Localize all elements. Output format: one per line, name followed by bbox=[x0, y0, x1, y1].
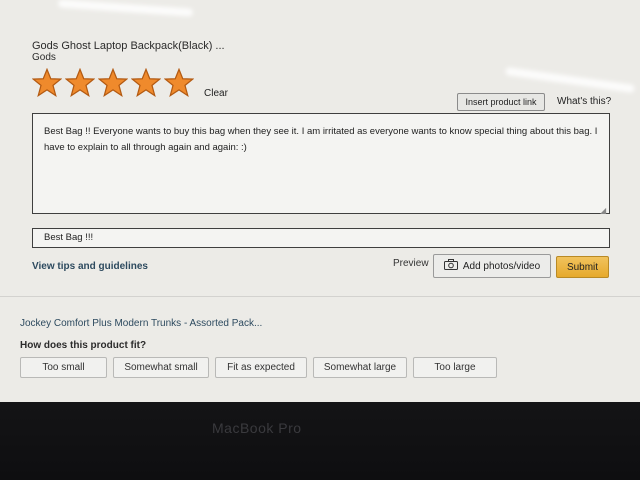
review-headline-text: Best Bag !!! bbox=[44, 232, 94, 243]
star-icon[interactable] bbox=[65, 68, 95, 97]
add-photos-label: Add photos/video bbox=[462, 260, 541, 272]
screen-glare bbox=[57, 0, 194, 17]
view-guidelines-link[interactable]: View tips and guidelines bbox=[32, 261, 148, 272]
fit-option-somewhat-small[interactable]: Somewhat small bbox=[113, 357, 209, 378]
whats-this-link[interactable]: What's this? bbox=[557, 96, 611, 107]
star-rating[interactable] bbox=[32, 68, 194, 97]
star-icon[interactable] bbox=[131, 68, 161, 97]
review-body-text: Best Bag !! Everyone wants to buy this b… bbox=[44, 126, 598, 153]
star-icon[interactable] bbox=[98, 68, 128, 97]
laptop-screen: Gods Ghost Laptop Backpack(Black) ... Go… bbox=[0, 0, 640, 402]
product-brand: Gods bbox=[32, 52, 56, 63]
laptop-bezel bbox=[0, 402, 640, 480]
resize-grip-icon[interactable]: ◢ bbox=[600, 206, 606, 215]
clear-rating-link[interactable]: Clear bbox=[204, 88, 228, 99]
star-icon[interactable] bbox=[164, 68, 194, 97]
bezel-brand-label: MacBook Pro bbox=[212, 420, 302, 436]
add-photos-button[interactable]: Add photos/video bbox=[433, 254, 551, 278]
fit-option-fit-as-expected[interactable]: Fit as expected bbox=[215, 357, 307, 378]
next-product-title[interactable]: Jockey Comfort Plus Modern Trunks - Asso… bbox=[20, 318, 262, 329]
submit-button[interactable]: Submit bbox=[556, 256, 609, 278]
star-icon[interactable] bbox=[32, 68, 62, 97]
product-title[interactable]: Gods Ghost Laptop Backpack(Black) ... bbox=[32, 40, 225, 52]
fit-question: How does this product fit? bbox=[20, 340, 147, 351]
preview-link[interactable]: Preview bbox=[393, 258, 429, 269]
review-headline-input[interactable] bbox=[32, 228, 610, 248]
camera-icon bbox=[443, 259, 458, 273]
insert-product-link-button[interactable]: Insert product link bbox=[457, 93, 545, 111]
fit-option-too-small[interactable]: Too small bbox=[20, 357, 107, 378]
section-divider bbox=[0, 296, 640, 297]
fit-option-too-large[interactable]: Too large bbox=[413, 357, 497, 378]
fit-option-somewhat-large[interactable]: Somewhat large bbox=[313, 357, 407, 378]
screen-glare bbox=[505, 66, 635, 94]
